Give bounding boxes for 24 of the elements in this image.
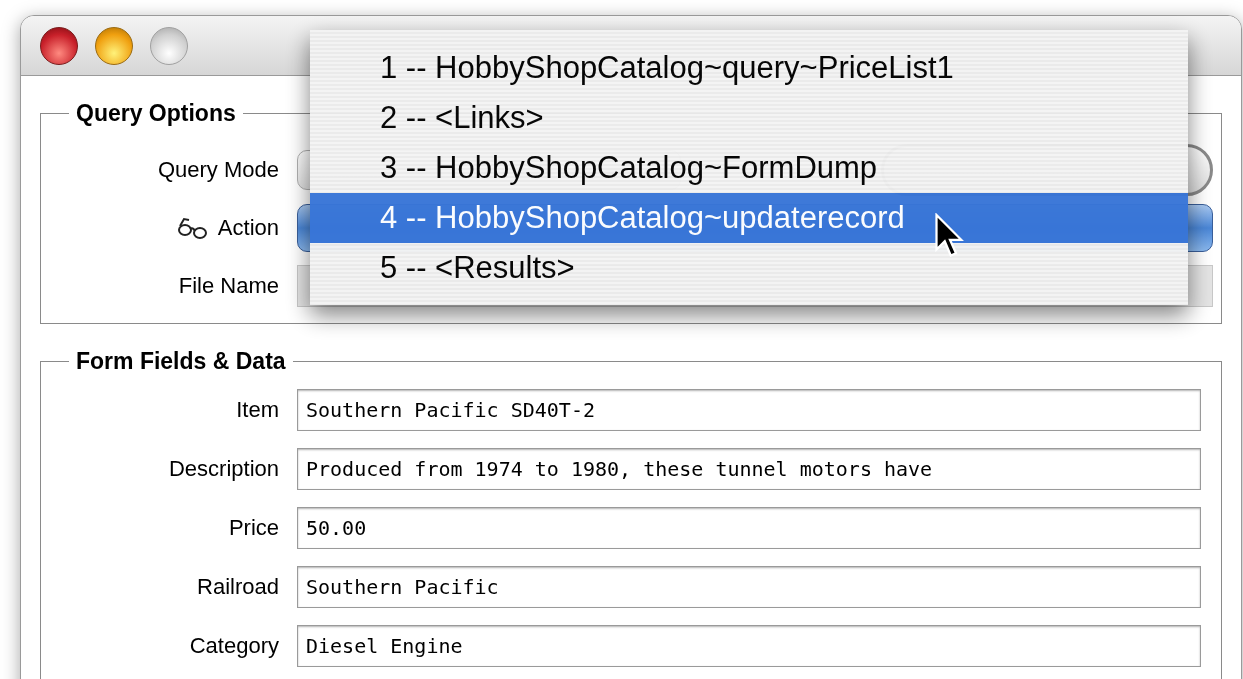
- menu-item[interactable]: 3 -- HobbyShopCatalog~FormDump: [310, 143, 1188, 193]
- field-label: Price: [227, 514, 280, 542]
- field-label: Item: [235, 396, 280, 424]
- mouse-pointer-icon: [935, 213, 965, 259]
- menu-item[interactable]: 4 -- HobbyShopCatalog~updaterecord: [310, 193, 1188, 243]
- menu-item[interactable]: 5 -- <Results>: [310, 243, 1188, 293]
- field-label: Action: [217, 214, 279, 242]
- field-label: Description: [167, 455, 280, 483]
- group-title: Query Options: [75, 99, 237, 128]
- text-field[interactable]: Southern Pacific SD40T-2: [297, 388, 1201, 431]
- menu-item[interactable]: 2 -- <Links>: [310, 93, 1188, 143]
- text-field[interactable]: Produced from 1974 to 1980, these tunnel motors have: [297, 447, 1201, 490]
- text-field[interactable]: Southern Pacific: [297, 565, 1201, 608]
- field-label: Query Mode: [157, 156, 279, 184]
- text-field[interactable]: Diesel Engine: [297, 624, 1201, 667]
- zoom-button[interactable]: [150, 26, 188, 65]
- close-button[interactable]: [40, 26, 78, 65]
- field-label: Category: [188, 632, 280, 660]
- text-field[interactable]: 50.00: [297, 506, 1201, 549]
- group-title: Form Fields & Data: [75, 347, 287, 376]
- field-label: Railroad: [196, 573, 280, 601]
- menu-item[interactable]: 1 -- HobbyShopCatalog~query~PriceList1: [310, 43, 1188, 93]
- field-label: File Name: [178, 272, 279, 300]
- minimize-button[interactable]: [95, 26, 133, 65]
